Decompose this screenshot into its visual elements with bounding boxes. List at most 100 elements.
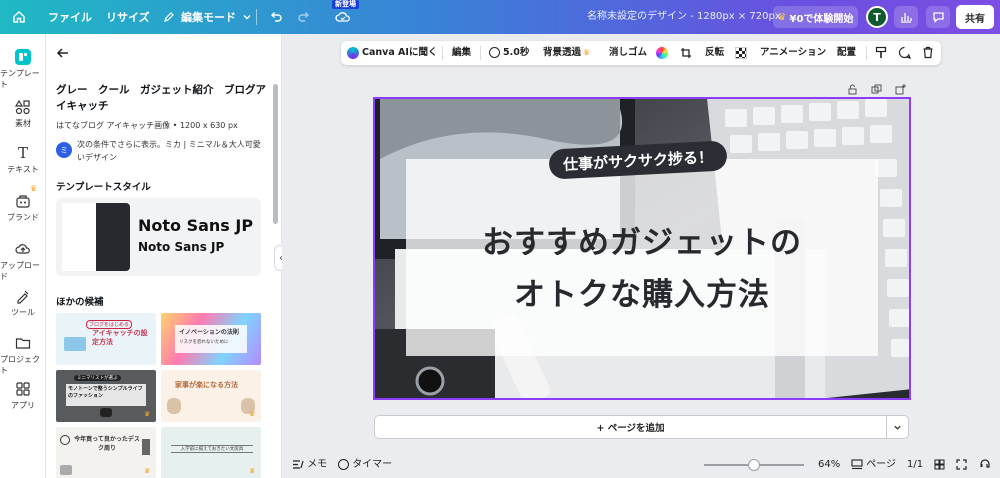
- analytics-icon[interactable]: [894, 6, 918, 28]
- rail-item-upload[interactable]: アップロード: [0, 240, 46, 282]
- back-arrow-icon[interactable]: [56, 45, 70, 64]
- help-icon[interactable]: [979, 452, 991, 478]
- add-page-dropdown[interactable]: [887, 415, 909, 439]
- timer-label: タイマー: [352, 459, 393, 470]
- canva-ai-button[interactable]: Canva AIに聞く: [347, 41, 437, 65]
- style-font-2: Noto Sans JP: [138, 240, 225, 254]
- chevron-down-icon: [894, 425, 901, 430]
- style-heading: テンプレートスタイル: [56, 182, 151, 193]
- style-font-1: Noto Sans JP: [138, 216, 254, 235]
- template-style-card[interactable]: Noto Sans JP Noto Sans JP: [56, 198, 261, 276]
- rail-item-text[interactable]: T テキスト: [0, 144, 46, 175]
- headline-line-2[interactable]: オトクな購入方法: [406, 269, 878, 314]
- free-trial-label: ¥0で体験開始: [789, 13, 854, 25]
- pages-button[interactable]: ページ: [851, 452, 896, 478]
- comment-add-icon[interactable]: [898, 41, 912, 65]
- edit-mode-label: 編集モード: [181, 11, 236, 24]
- thumb-main: アイキャッチの設定方法: [92, 329, 148, 346]
- edit-mode-menu[interactable]: 編集モード: [163, 0, 252, 34]
- template-thumb[interactable]: 家事が楽になる方法 ♛: [161, 370, 261, 422]
- crop-icon[interactable]: [680, 41, 692, 65]
- thumb-top: ミニマリストが選ぶ: [74, 375, 121, 381]
- rail-label: テキスト: [7, 165, 39, 174]
- add-page-button[interactable]: + ページを追加: [374, 415, 887, 439]
- rail-item-elements[interactable]: 素材: [0, 98, 46, 129]
- crown-icon: ♛: [249, 410, 256, 418]
- trash-icon[interactable]: [922, 41, 934, 65]
- divider: [256, 9, 257, 25]
- pages-label: ページ: [866, 459, 896, 470]
- author-text[interactable]: 次の条件でさらに表示。ミカ | ミニマル＆大人可愛いデザイン: [77, 138, 267, 164]
- style-swatch-white: [62, 203, 96, 271]
- thumb-main: モノトーンで整うシンプルライフのファッション: [68, 386, 143, 399]
- template-thumb[interactable]: 今年買って良かったデスク周り ♛: [56, 427, 156, 478]
- text-icon: T: [17, 144, 28, 162]
- transparency-icon[interactable]: [735, 47, 747, 59]
- template-meta: はてなブログ アイキャッチ画像 • 1200 x 630 px: [56, 121, 238, 130]
- rail-label: 素材: [15, 119, 31, 128]
- style-swatch-dark: [96, 203, 130, 271]
- rail-item-projects[interactable]: プロジェクト: [0, 334, 46, 376]
- color-picker-icon[interactable]: [656, 47, 668, 59]
- rail-item-tools[interactable]: ツール: [0, 287, 46, 318]
- edit-button[interactable]: 編集: [452, 41, 471, 65]
- file-menu[interactable]: ファイル: [48, 0, 92, 34]
- share-button[interactable]: 共有: [956, 5, 994, 29]
- duration-label: 5.0秒: [503, 47, 530, 58]
- free-trial-button[interactable]: ♛ ¥0で体験開始: [773, 6, 858, 28]
- rail-item-apps[interactable]: アプリ: [0, 380, 46, 411]
- elements-icon: [14, 98, 32, 116]
- upload-icon: [14, 240, 32, 258]
- flip-button[interactable]: 反転: [705, 41, 724, 65]
- bottom-bar: メモ タイマー 64% ページ 1/1: [282, 452, 1000, 478]
- crown-icon: ♛: [30, 184, 38, 193]
- notes-icon: [293, 459, 304, 469]
- notes-button[interactable]: メモ: [292, 452, 327, 478]
- eraser-button[interactable]: 消しゴム: [609, 41, 647, 65]
- thumb-main: 家事が楽になる方法: [175, 381, 238, 389]
- fullscreen-icon[interactable]: [956, 452, 967, 478]
- zoom-slider-handle[interactable]: [748, 459, 760, 471]
- zoom-value[interactable]: 64%: [818, 452, 840, 478]
- template-thumb[interactable]: イノベーションの法則 リスクを恐れないために: [161, 313, 261, 365]
- panel-scrollbar[interactable]: [273, 84, 278, 224]
- redo-icon[interactable]: [297, 0, 311, 34]
- brand-icon: [14, 192, 32, 210]
- others-heading: ほかの候補: [56, 297, 104, 308]
- headline-line-1[interactable]: おすすめガジェットの: [406, 217, 878, 262]
- animation-button[interactable]: アニメーション: [760, 41, 826, 65]
- avatar[interactable]: T: [866, 6, 888, 28]
- chevron-down-icon: [243, 15, 251, 20]
- undo-icon[interactable]: [269, 0, 283, 34]
- paint-format-icon[interactable]: [875, 41, 887, 65]
- rail-item-brand[interactable]: ブランド: [0, 192, 46, 223]
- design-canvas[interactable]: 仕事がサクサク捗る！ おすすめガジェットの オトクな購入方法: [373, 97, 911, 400]
- pencil-icon: [164, 12, 174, 22]
- duration-button[interactable]: 5.0秒: [489, 41, 529, 65]
- apps-icon: [14, 380, 32, 398]
- template-panel: グレー クール ガジェット紹介 ブログアイキャッチ はてなブログ アイキャッチ画…: [46, 34, 282, 478]
- crown-icon: ♛: [144, 467, 151, 475]
- thumb-main: リスクを恐れないために: [179, 340, 229, 345]
- template-thumb[interactable]: ミニマリストが選ぶ モノトーンで整うシンプルライフのファッション ♛: [56, 370, 156, 422]
- home-icon[interactable]: [12, 0, 26, 34]
- template-thumb[interactable]: ブログをはじめる アイキャッチの設定方法: [56, 313, 156, 365]
- timer-button[interactable]: タイマー: [338, 452, 392, 478]
- resize-menu[interactable]: リサイズ: [106, 0, 150, 34]
- top-bar: ファイル リサイズ 編集モード 新登場 名称未設定のデザイン - 1280px …: [0, 0, 1000, 34]
- crown-icon: ♛: [144, 410, 151, 418]
- pages-icon: [851, 458, 863, 469]
- rail-label: アップロード: [0, 261, 40, 281]
- grid-view-icon[interactable]: [934, 452, 945, 478]
- rail-item-templates[interactable]: テンプレート: [0, 48, 46, 90]
- document-title[interactable]: 名称未設定のデザイン - 1280px × 720px: [587, 0, 781, 34]
- author-avatar[interactable]: ミ: [56, 142, 72, 158]
- template-thumb[interactable]: 入学前に揃えておきたい文房具 ♛: [161, 427, 261, 478]
- comment-icon[interactable]: [926, 6, 950, 28]
- thumb-top: イノベーションの法則: [179, 329, 239, 336]
- position-button[interactable]: 配置: [837, 41, 856, 65]
- rail-label: テンプレート: [0, 69, 40, 89]
- new-badge: 新登場: [332, 0, 359, 9]
- bg-remove-button[interactable]: 背景透過 ♛: [543, 41, 590, 65]
- side-rail: テンプレート 素材 T テキスト ブランド ♛ アップロード ツール プロジェク…: [0, 34, 46, 478]
